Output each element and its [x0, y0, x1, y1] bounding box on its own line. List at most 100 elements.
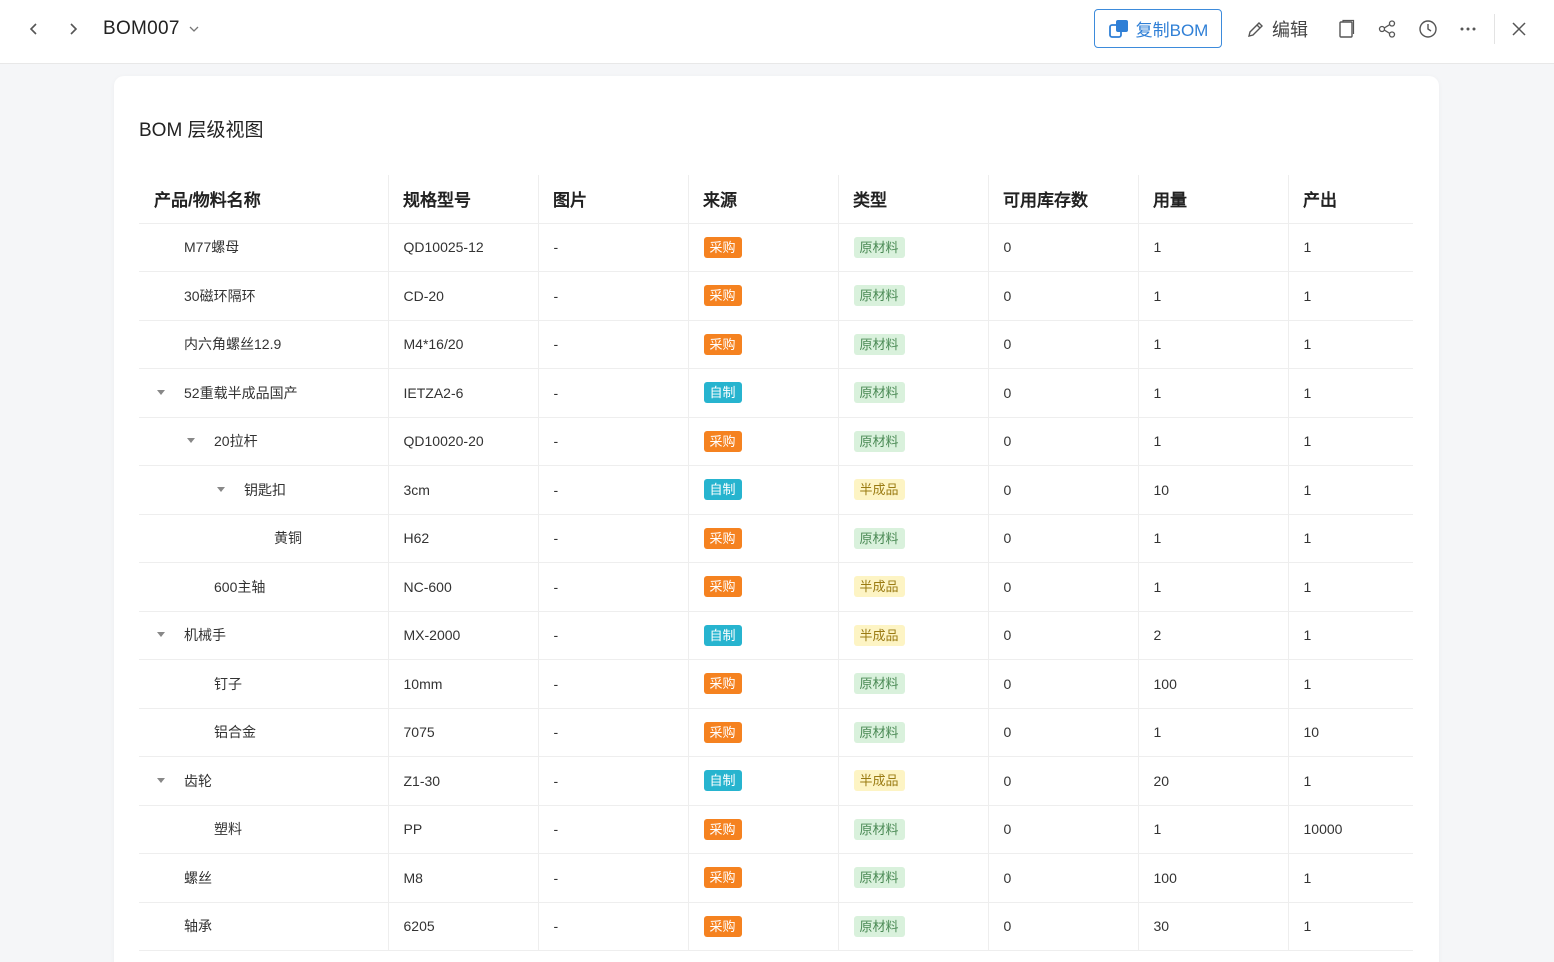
column-header-usage[interactable]: 用量	[1138, 175, 1288, 224]
source-cell: 自制	[687, 611, 838, 660]
item-name[interactable]: 钥匙扣	[244, 480, 286, 500]
table-body: M77螺母 QD10025-12- 采购 原材料 0 1 1 30磁环隔环 CD-20- 采购 原材…	[139, 223, 1413, 951]
record-title-dropdown[interactable]: BOM007	[103, 18, 200, 40]
close-button[interactable]	[1507, 17, 1531, 41]
table-row[interactable]: 机械手 MX-2000- 自制 半成品 0 2 1	[139, 611, 1413, 660]
column-header-spec[interactable]: 规格型号	[388, 175, 538, 224]
item-name[interactable]: 内六角螺丝12.9	[184, 334, 281, 354]
cell-output: 1	[1287, 659, 1413, 709]
item-name[interactable]: 52重载半成品国产	[184, 383, 298, 403]
column-header-name[interactable]: 产品/物料名称	[139, 175, 388, 224]
table-row[interactable]: 20拉杆 QD10020-20- 采购 原材料 0 1 1	[139, 417, 1413, 466]
table-row[interactable]: 塑料 PP - 采购 原材料 0 1 10000	[139, 805, 1413, 854]
caret-down-icon[interactable]	[154, 628, 168, 642]
item-name[interactable]: 螺丝	[184, 868, 212, 888]
item-name[interactable]: 20拉杆	[214, 431, 258, 451]
table-header-row: 产品/物料名称 规格型号 图片 来源 类型 可用库存数 用量 产出	[139, 175, 1413, 224]
cell-name: 塑料	[139, 805, 388, 854]
copy-stack-icon	[1108, 19, 1128, 38]
cell-usage: 30	[1137, 902, 1288, 951]
caret-down-icon[interactable]	[214, 483, 228, 497]
page-title: BOM007	[103, 18, 180, 39]
cell-usage: 1	[1137, 805, 1288, 854]
item-name[interactable]: 塑料	[214, 819, 242, 839]
forward-button[interactable]	[60, 16, 86, 42]
source-cell: 采购	[687, 223, 838, 272]
table-row[interactable]: 螺丝 M8- 采购 原材料 0 100 1	[139, 853, 1413, 903]
type-tag: 半成品	[853, 624, 905, 646]
table-row[interactable]: 齿轮 Z1-30- 自制 半成品 0 20 1	[139, 756, 1413, 806]
table-row[interactable]: 内六角螺丝12.9 M4*16/20- 采购 原材料 0 1 1	[139, 320, 1413, 369]
column-header-type[interactable]: 类型	[838, 175, 988, 224]
tree-node: 机械手	[154, 625, 388, 645]
cell-image: -	[537, 368, 688, 418]
cell-stock: 0	[987, 368, 1138, 418]
table-row[interactable]: 铝合金 7075- 采购 原材料 0 1 10	[139, 708, 1413, 757]
source-tag: 采购	[703, 527, 742, 549]
tree-node: 铝合金	[154, 722, 388, 742]
cell-name: 螺丝	[139, 853, 388, 903]
cell-usage: 1	[1137, 368, 1288, 418]
back-button[interactable]	[21, 16, 47, 42]
caret-down-icon[interactable]	[154, 774, 168, 788]
cell-usage: 1	[1137, 320, 1288, 369]
source-cell: 采购	[687, 708, 838, 757]
table-row[interactable]: 黄铜 H62- 采购 原材料 0 1 1	[139, 514, 1413, 563]
type-cell: 原材料	[837, 805, 988, 854]
item-name[interactable]: 铝合金	[214, 722, 256, 742]
table-row[interactable]: 30磁环隔环 CD-20- 采购 原材料 0 1 1	[139, 271, 1413, 321]
tree-node: 塑料	[154, 819, 388, 839]
table-row[interactable]: 轴承 6205- 采购 原材料 0 30 1	[139, 902, 1413, 951]
type-cell: 原材料	[837, 902, 988, 951]
cell-spec: Z1-30	[387, 756, 538, 806]
edit-button[interactable]: 编辑	[1246, 14, 1308, 44]
item-name[interactable]: 机械手	[184, 625, 226, 645]
cell-spec: NC-600	[387, 562, 538, 612]
type-tag: 原材料	[853, 236, 905, 258]
caret-down-icon[interactable]	[154, 386, 168, 400]
more-button[interactable]	[1456, 17, 1480, 41]
table-row[interactable]: 600主轴 NC-600- 采购 半成品 0 1 1	[139, 562, 1413, 612]
cell-output: 10000	[1287, 805, 1413, 854]
table-row[interactable]: M77螺母 QD10025-12- 采购 原材料 0 1 1	[139, 223, 1413, 272]
history-button[interactable]	[1416, 17, 1440, 41]
share-button[interactable]	[1375, 17, 1399, 41]
item-name[interactable]: 钉子	[214, 674, 242, 694]
source-tag: 自制	[703, 382, 742, 404]
column-header-source[interactable]: 来源	[688, 175, 838, 224]
source-tag: 自制	[703, 479, 742, 501]
cell-spec: H62	[387, 514, 538, 563]
clock-icon	[1419, 20, 1437, 38]
cell-usage: 2	[1137, 611, 1288, 660]
item-name[interactable]: 黄铜	[274, 528, 302, 548]
cell-stock: 0	[987, 223, 1138, 272]
type-cell: 原材料	[837, 659, 988, 709]
copy-bom-button[interactable]: 复制BOM	[1094, 9, 1222, 48]
caret-down-icon[interactable]	[184, 434, 198, 448]
type-cell: 半成品	[837, 611, 988, 660]
table-row[interactable]: 钉子 10mm - 采购 原材料 0 100 1	[139, 659, 1413, 709]
item-name[interactable]: M77螺母	[184, 237, 239, 257]
cell-spec: PP	[387, 805, 538, 854]
top-toolbar: BOM007 复制BOM 编辑	[0, 0, 1554, 64]
table-row[interactable]: 钥匙扣 3cm - 自制 半成品 0 10 1	[139, 465, 1413, 515]
chevron-right-icon	[70, 23, 78, 35]
item-name[interactable]: 30磁环隔环	[184, 286, 256, 306]
copy-button[interactable]	[1334, 17, 1358, 41]
bom-table: 产品/物料名称 规格型号 图片 来源 类型 可用库存数 用量 产出 M77螺母 Q…	[139, 175, 1413, 951]
cell-image: -	[537, 562, 688, 612]
tree-node: 钉子	[154, 674, 388, 694]
table-row[interactable]: 52重载半成品国产 IETZA2-6- 自制 原材料 0 1 1	[139, 368, 1413, 418]
cell-stock: 0	[987, 611, 1138, 660]
column-header-image[interactable]: 图片	[538, 175, 688, 224]
column-header-output[interactable]: 产出	[1288, 175, 1413, 224]
cell-usage: 10	[1137, 465, 1288, 515]
item-name[interactable]: 轴承	[184, 916, 212, 936]
item-name[interactable]: 齿轮	[184, 771, 212, 791]
column-header-stock[interactable]: 可用库存数	[988, 175, 1138, 224]
item-name[interactable]: 600主轴	[214, 577, 265, 597]
cell-name: 20拉杆	[139, 417, 388, 466]
type-tag: 原材料	[853, 721, 905, 743]
cell-image: -	[537, 417, 688, 466]
source-cell: 自制	[687, 756, 838, 806]
